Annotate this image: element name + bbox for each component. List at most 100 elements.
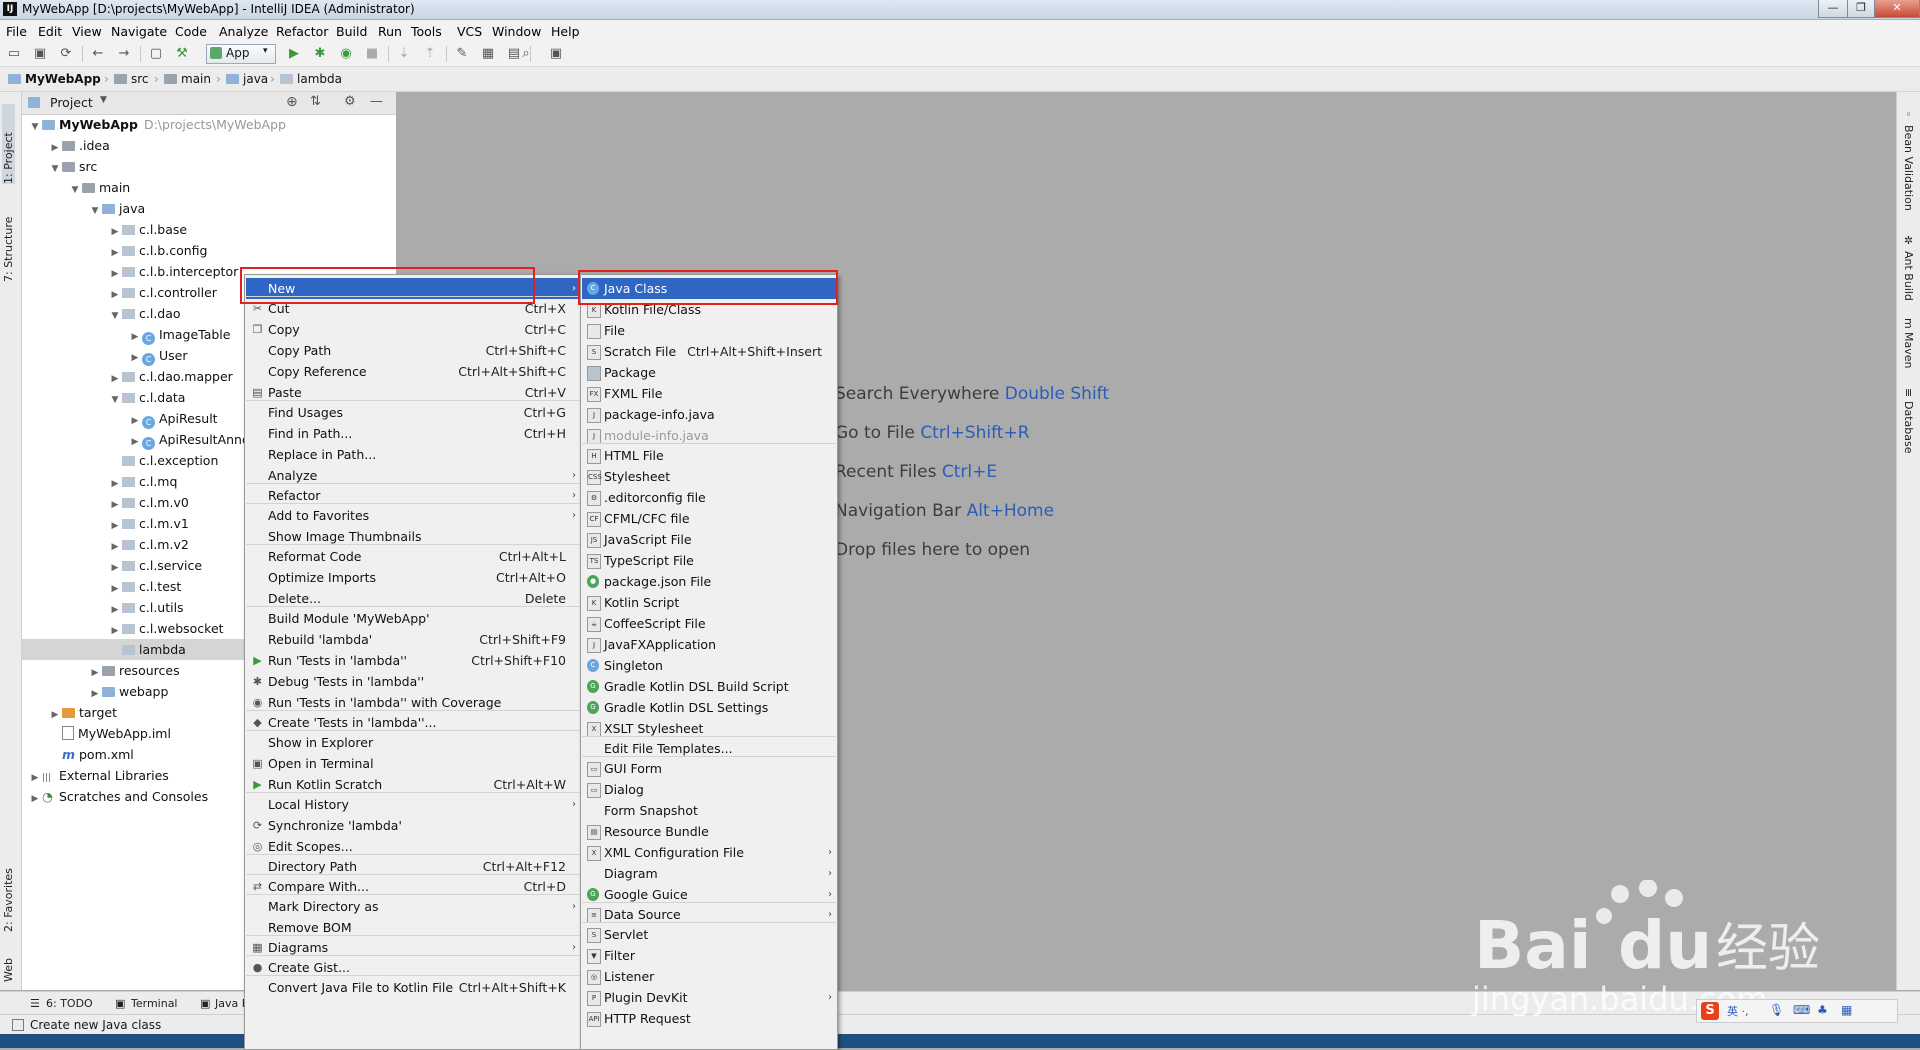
close-window-button[interactable]: ✕ — [1874, 0, 1920, 18]
toolbox-icon[interactable]: ▦ — [1841, 1003, 1852, 1017]
menu-window[interactable]: Window — [492, 24, 541, 39]
context-menu-item[interactable]: Add to Favorites › — [246, 505, 580, 526]
breadcrumb-lambda[interactable]: lambda — [280, 72, 342, 86]
new-submenu-item[interactable]: FX FXML File — [582, 383, 836, 404]
menu-code[interactable]: Code — [175, 24, 207, 39]
settings-wrench-icon[interactable]: ✎ — [454, 46, 470, 62]
breadcrumb-src[interactable]: src — [114, 72, 149, 86]
tab-terminal[interactable]: Terminal — [131, 997, 178, 1010]
back-icon[interactable]: ← — [90, 46, 106, 62]
minimize-button[interactable]: — — [1818, 0, 1848, 18]
new-submenu-item[interactable]: H HTML File — [582, 445, 836, 466]
tree-row[interactable]: ▼ MyWebApp D:\projects\MyWebApp — [22, 114, 396, 135]
menu-analyze[interactable]: Analyze — [219, 24, 268, 39]
menu-view[interactable]: View — [72, 24, 102, 39]
frame-icon[interactable]: ▢ — [148, 46, 164, 62]
new-submenu-item[interactable]: G Gradle Kotlin DSL Build Script — [582, 676, 836, 697]
keyboard-icon[interactable]: ⌨ — [1793, 1003, 1810, 1017]
project-structure-icon[interactable]: ▦ — [480, 46, 496, 62]
run-configuration-select[interactable]: App ▾ — [206, 44, 276, 64]
tab-todo[interactable]: 6: TODO — [46, 997, 93, 1010]
breadcrumb-java[interactable]: java — [226, 72, 268, 86]
new-submenu-item[interactable]: CF CFML/CFC file — [582, 508, 836, 529]
menu-help[interactable]: Help — [551, 24, 580, 39]
vcs-commit-icon[interactable]: ⇡ — [422, 46, 438, 62]
new-submenu-item[interactable]: Package — [582, 362, 836, 383]
new-submenu-item[interactable]: ▼ Filter — [582, 945, 836, 966]
skin-icon[interactable]: ♣ — [1817, 1003, 1828, 1017]
context-menu-item[interactable]: ⟳ Synchronize 'lambda' — [246, 815, 580, 836]
open-folder-icon[interactable]: ▭ — [6, 46, 22, 62]
chevron-down-icon[interactable]: ▼ — [100, 95, 107, 105]
ime-lang-icon[interactable]: 英 ·, — [1727, 1003, 1749, 1019]
new-submenu-item[interactable]: ▭ GUI Form — [582, 758, 836, 779]
context-menu-item[interactable]: Convert Java File to Kotlin File Ctrl+Alt… — [246, 977, 580, 998]
menu-refactor[interactable]: Refactor — [276, 24, 328, 39]
new-submenu-item[interactable]: ⚙ .editorconfig file — [582, 487, 836, 508]
context-menu-item[interactable]: ❐ Copy Ctrl+C — [246, 319, 580, 340]
context-menu-item[interactable]: Build Module 'MyWebApp' — [246, 608, 580, 629]
tab-structure[interactable]: 7: Structure — [2, 192, 15, 282]
tab-maven[interactable]: m Maven — [1902, 318, 1915, 378]
tab-bean-validation[interactable]: ◦ Bean Validation — [1902, 108, 1915, 218]
mic-icon[interactable]: 🎙 — [1769, 1003, 1784, 1017]
context-menu-item[interactable]: ▣ Open in Terminal — [246, 753, 580, 774]
new-submenu-item[interactable]: ● package.json File — [582, 571, 836, 592]
tab-web[interactable]: Web — [2, 942, 15, 982]
context-menu-item[interactable]: Copy Reference Ctrl+Alt+Shift+C — [246, 361, 580, 382]
search-icon[interactable]: ⌕ — [518, 46, 534, 62]
new-submenu-item[interactable]: ▭ Dialog — [582, 779, 836, 800]
tab-ant-build[interactable]: ✲ Ant Build — [1902, 234, 1915, 314]
collapse-all-icon[interactable]: ⇅ — [310, 94, 321, 109]
new-submenu-item[interactable]: C Singleton — [582, 655, 836, 676]
chevron-right-icon[interactable]: ▶ — [28, 789, 42, 810]
new-submenu-item[interactable]: JS JavaScript File — [582, 529, 836, 550]
context-menu-item[interactable]: Reformat Code Ctrl+Alt+L — [246, 546, 580, 567]
tab-database[interactable]: ≡ Database — [1902, 388, 1915, 468]
project-view-select[interactable]: Project — [50, 95, 93, 110]
tab-favorites[interactable]: 2: Favorites — [2, 852, 15, 932]
new-submenu-item[interactable]: Diagram › — [582, 863, 836, 884]
stop-icon[interactable]: ■ — [364, 46, 380, 62]
context-menu-item[interactable]: ▶ Run 'Tests in 'lambda'' Ctrl+Shift+F10 — [246, 650, 580, 671]
vcs-update-icon[interactable]: ⇣ — [396, 46, 412, 62]
context-menu-item[interactable]: Find Usages Ctrl+G — [246, 402, 580, 423]
tree-row[interactable]: ▶ c.l.b.config — [22, 240, 396, 261]
menu-navigate[interactable]: Navigate — [111, 24, 167, 39]
context-menu-item[interactable]: Mark Directory as › — [246, 896, 580, 917]
new-submenu-item[interactable]: X XML Configuration File › — [582, 842, 836, 863]
new-submenu-item[interactable]: G Gradle Kotlin DSL Settings — [582, 697, 836, 718]
tab-project[interactable]: 1: Project — [2, 104, 15, 184]
tree-row[interactable]: ▼ main — [22, 177, 396, 198]
new-submenu-item[interactable]: S Scratch File Ctrl+Alt+Shift+Insert — [582, 341, 836, 362]
new-submenu-item[interactable]: K Kotlin Script — [582, 592, 836, 613]
menu-vcs[interactable]: VCS — [457, 24, 482, 39]
run-icon[interactable]: ▶ — [286, 46, 302, 62]
coverage-icon[interactable]: ◉ — [338, 46, 354, 62]
new-submenu-item[interactable]: Form Snapshot — [582, 800, 836, 821]
new-submenu-item[interactable]: ▤ Resource Bundle — [582, 821, 836, 842]
sync-icon[interactable]: ⟳ — [58, 46, 74, 62]
new-submenu-item[interactable]: File — [582, 320, 836, 341]
new-submenu-item[interactable]: ☕ CoffeeScript File — [582, 613, 836, 634]
build-hammer-icon[interactable]: ⚒ — [174, 46, 190, 62]
context-menu-item[interactable]: Show in Explorer — [246, 732, 580, 753]
forward-icon[interactable]: → — [116, 46, 132, 62]
new-submenu-item[interactable]: TS TypeScript File — [582, 550, 836, 571]
context-menu-item[interactable]: Local History › — [246, 794, 580, 815]
debug-icon[interactable]: ✱ — [312, 46, 328, 62]
context-menu-item[interactable]: Replace in Path... — [246, 444, 580, 465]
context-menu-item[interactable]: Copy Path Ctrl+Shift+C — [246, 340, 580, 361]
status-toggle-icon[interactable] — [12, 1019, 24, 1031]
new-submenu-item[interactable]: J JavaFXApplication — [582, 634, 836, 655]
save-icon[interactable]: ▣ — [32, 46, 48, 62]
new-submenu-item[interactable]: API HTTP Request — [582, 1008, 836, 1029]
breadcrumb-project[interactable]: MyWebApp — [8, 72, 101, 86]
menu-tools[interactable]: Tools — [411, 24, 442, 39]
hide-panel-icon[interactable]: — — [370, 94, 383, 109]
tree-row[interactable]: ▼ java — [22, 198, 396, 219]
tree-row[interactable]: ▶ .idea — [22, 135, 396, 156]
locate-target-icon[interactable]: ⊕ — [286, 94, 298, 110]
context-menu-item[interactable]: Optimize Imports Ctrl+Alt+O — [246, 567, 580, 588]
tree-row[interactable]: ▶ c.l.base — [22, 219, 396, 240]
